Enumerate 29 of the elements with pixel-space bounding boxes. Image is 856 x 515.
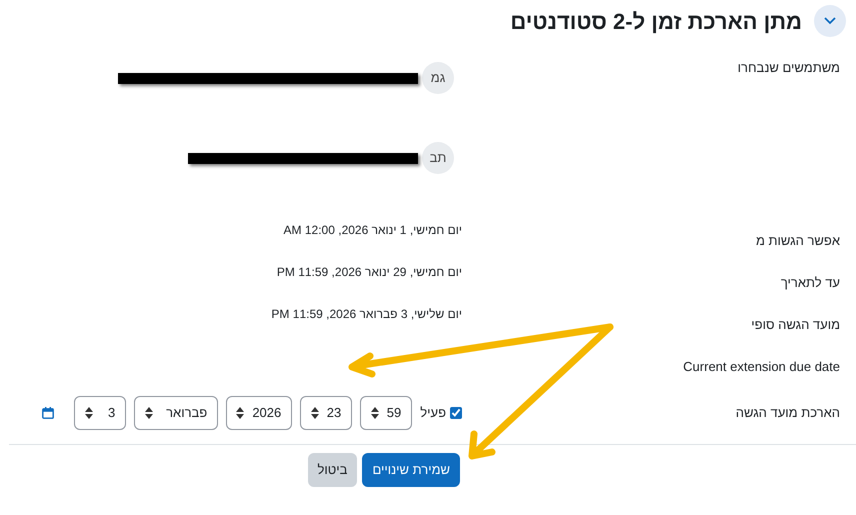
checkbox-label: פעיל	[420, 404, 446, 422]
cancel-button[interactable]: ביטול	[308, 453, 358, 487]
field-label: אפשר הגשות מ	[756, 233, 840, 248]
section-title: מתן הארכת זמן ל-2 סטודנטים	[510, 8, 802, 36]
field-value: יום שלישי, 3 פברואר 2026, 11:59 PM	[271, 306, 462, 323]
chevron-icon	[824, 17, 836, 25]
select-field[interactable]: 23	[300, 396, 352, 430]
collapse-toggle[interactable]	[814, 5, 846, 37]
field-label: הארכת מועד הגשה	[736, 405, 840, 420]
field-value: יום חמישי, 29 ינואר 2026, 11:59 PM	[276, 264, 462, 281]
field-label: עד לתאריך	[780, 275, 840, 290]
field-value: יום חמישי, 1 ינואר 2026, 12:00 AM	[284, 222, 462, 239]
select-field[interactable]: פברואר	[134, 396, 218, 430]
select-field[interactable]: 3	[74, 396, 126, 430]
sort-icon	[236, 407, 244, 419]
select-field[interactable]: 59	[360, 396, 412, 430]
enabled-checkbox[interactable]	[450, 407, 462, 419]
field-label: Current extension due date	[683, 359, 840, 374]
user-avatar: גמ	[422, 62, 454, 94]
sort-icon	[370, 407, 379, 419]
select-field[interactable]: 2026	[226, 396, 292, 430]
sort-icon	[310, 407, 319, 419]
field-label: מועד הגשה סופי	[751, 317, 840, 332]
field-label: משתמשים שנבחרו	[738, 60, 840, 75]
sort-icon	[85, 407, 94, 419]
sort-icon	[145, 407, 154, 419]
calendar-icon[interactable]	[42, 407, 54, 419]
user-avatar: תב	[422, 142, 454, 174]
save-button[interactable]: שמירת שינויים	[362, 453, 460, 487]
